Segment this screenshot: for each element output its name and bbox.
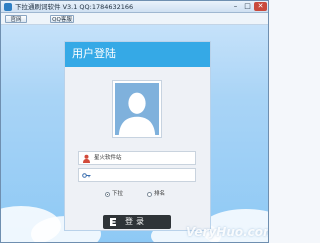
- avatar: [112, 80, 162, 138]
- mode-label: 下拉: [112, 191, 124, 197]
- close-button[interactable]: ✕: [254, 2, 267, 11]
- login-title: 用户登陆: [72, 47, 116, 60]
- login-logo-icon: [108, 217, 118, 227]
- password-field[interactable]: [78, 168, 196, 182]
- official-site-button[interactable]: 官网: [5, 15, 27, 23]
- username-value: 星火软件站: [94, 155, 122, 161]
- radio-checked-icon: [105, 192, 110, 197]
- window-title: 下拉通刷词软件 V3.1 QQ:1784632166: [15, 3, 134, 11]
- username-field[interactable]: 星火软件站: [78, 151, 196, 165]
- login-button[interactable]: 登录: [103, 215, 171, 229]
- key-icon: [82, 171, 91, 180]
- toolbar: 官网 QQ客服: [1, 13, 268, 25]
- mode-selector: 下拉 排名: [101, 190, 181, 200]
- minimize-button[interactable]: –: [230, 2, 241, 11]
- login-panel-header: 用户登陆: [65, 42, 210, 67]
- title-bar[interactable]: 下拉通刷词软件 V3.1 QQ:1784632166 – □ ✕: [1, 1, 268, 13]
- radio-unchecked-icon: [147, 192, 152, 197]
- login-panel: 用户登陆 星火软件站 下拉 排名 登录: [64, 41, 211, 231]
- qq-support-button[interactable]: QQ客服: [50, 15, 74, 23]
- mode-radio-rank[interactable]: 排名: [147, 190, 177, 200]
- login-panel-body: 星火软件站 下拉 排名 登录: [65, 67, 210, 230]
- mode-radio-pull[interactable]: 下拉: [105, 190, 129, 200]
- login-label: 登录: [125, 217, 147, 226]
- user-icon: [82, 154, 91, 163]
- app-window: 下拉通刷词软件 V3.1 QQ:1784632166 – □ ✕ 官网 QQ客服…: [0, 0, 269, 243]
- watermark-text: VeryHuo.com: [186, 225, 269, 239]
- maximize-button[interactable]: □: [242, 2, 253, 11]
- app-icon: [4, 3, 12, 11]
- mode-label: 排名: [154, 191, 166, 197]
- user-silhouette-icon: [115, 83, 159, 135]
